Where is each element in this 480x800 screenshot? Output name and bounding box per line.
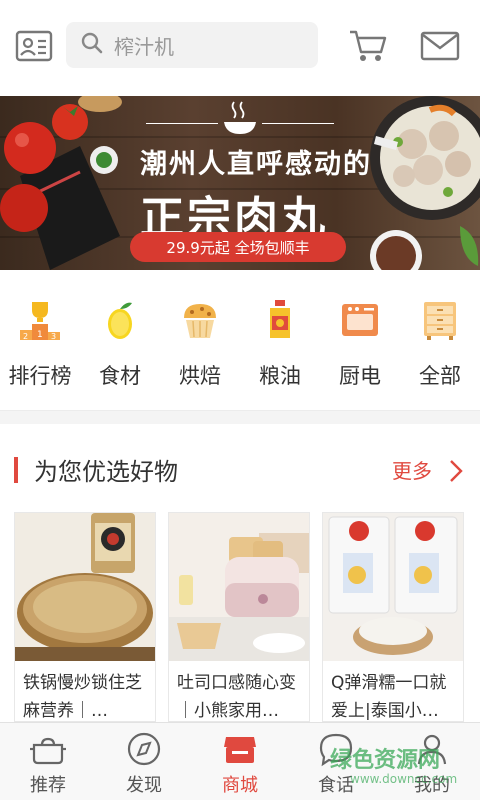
category-baking[interactable]: 烘焙 — [160, 284, 240, 398]
tab-label: 商城 — [222, 775, 258, 796]
category-grain-oil[interactable]: 粮油 — [240, 284, 320, 398]
banner-promo-pill: 29.9元起 全场包顺丰 — [130, 232, 346, 262]
section-accent-bar — [14, 457, 18, 483]
oil-bottle-icon — [258, 298, 302, 342]
category-label: 排行榜 — [8, 364, 72, 388]
category-label: 粮油 — [259, 364, 301, 388]
category-ingredients[interactable]: 食材 — [80, 284, 160, 398]
category-ranking[interactable]: 1 2 3 排行榜 — [0, 284, 80, 398]
store-icon — [222, 731, 258, 767]
compass-icon — [126, 731, 162, 767]
more-link[interactable]: 更多 — [392, 455, 432, 484]
muffin-icon — [178, 298, 222, 342]
trophy-icon: 1 2 3 — [18, 298, 62, 342]
cart-icon[interactable] — [346, 24, 390, 68]
product-image — [323, 513, 463, 661]
watermark-url: www.downcc.com — [350, 772, 458, 786]
svg-text:2: 2 — [23, 332, 28, 341]
product-title: Q弹滑糯一口就爱上|泰国小… — [331, 673, 447, 721]
promo-banner[interactable]: 潮州人直呼感动的 正宗肉丸 29.9元起 全场包顺丰 — [0, 96, 480, 270]
top-header: 榨汁机 — [0, 0, 480, 96]
product-card-sesame[interactable]: 铁锅慢炒锁住芝麻营养｜… — [14, 512, 156, 722]
tab-mall[interactable]: 商城 — [192, 723, 288, 800]
product-card-toaster[interactable]: 吐司口感随心变｜小熊家用… — [168, 512, 310, 722]
watermark-text: 绿色资源网 — [330, 748, 441, 773]
category-label: 全部 — [419, 364, 461, 388]
search-bar[interactable]: 榨汁机 — [66, 22, 318, 68]
svg-text:1: 1 — [37, 330, 43, 340]
category-appliances[interactable]: 厨电 — [320, 284, 400, 398]
product-title: 吐司口感随心变｜小熊家用… — [177, 673, 296, 721]
product-image — [15, 513, 155, 661]
profile-card-icon[interactable] — [12, 24, 56, 68]
product-title: 铁锅慢炒锁住芝麻营养｜… — [23, 673, 142, 721]
chevron-right-icon[interactable] — [448, 458, 464, 488]
tab-recommend[interactable]: 推荐 — [0, 723, 96, 800]
tab-label: 发现 — [126, 775, 162, 796]
search-placeholder: 榨汁机 — [114, 34, 174, 59]
pot-icon — [30, 731, 66, 767]
tab-discover[interactable]: 发现 — [96, 723, 192, 800]
lemon-icon — [98, 298, 142, 342]
category-label: 烘焙 — [179, 364, 221, 388]
banner-headline: 潮州人直呼感动的 — [140, 149, 372, 180]
product-card-rice[interactable]: Q弹滑糯一口就爱上|泰国小… — [322, 512, 464, 722]
search-icon — [80, 31, 104, 59]
cabinet-icon — [418, 298, 462, 342]
svg-text:3: 3 — [51, 332, 56, 341]
tab-label: 食话 — [318, 775, 354, 796]
product-image — [169, 513, 309, 661]
mail-icon[interactable] — [418, 24, 462, 68]
category-row: 1 2 3 排行榜 食材 烘焙 粮油 厨电 全部 — [0, 284, 480, 398]
bowl-icon — [160, 98, 260, 142]
section-title: 为您优选好物 — [34, 458, 178, 486]
category-all[interactable]: 全部 — [400, 284, 480, 398]
oven-icon — [338, 298, 382, 342]
category-label: 厨电 — [339, 364, 381, 388]
tab-label: 推荐 — [30, 775, 66, 796]
category-label: 食材 — [99, 364, 141, 388]
section-divider — [0, 410, 480, 424]
